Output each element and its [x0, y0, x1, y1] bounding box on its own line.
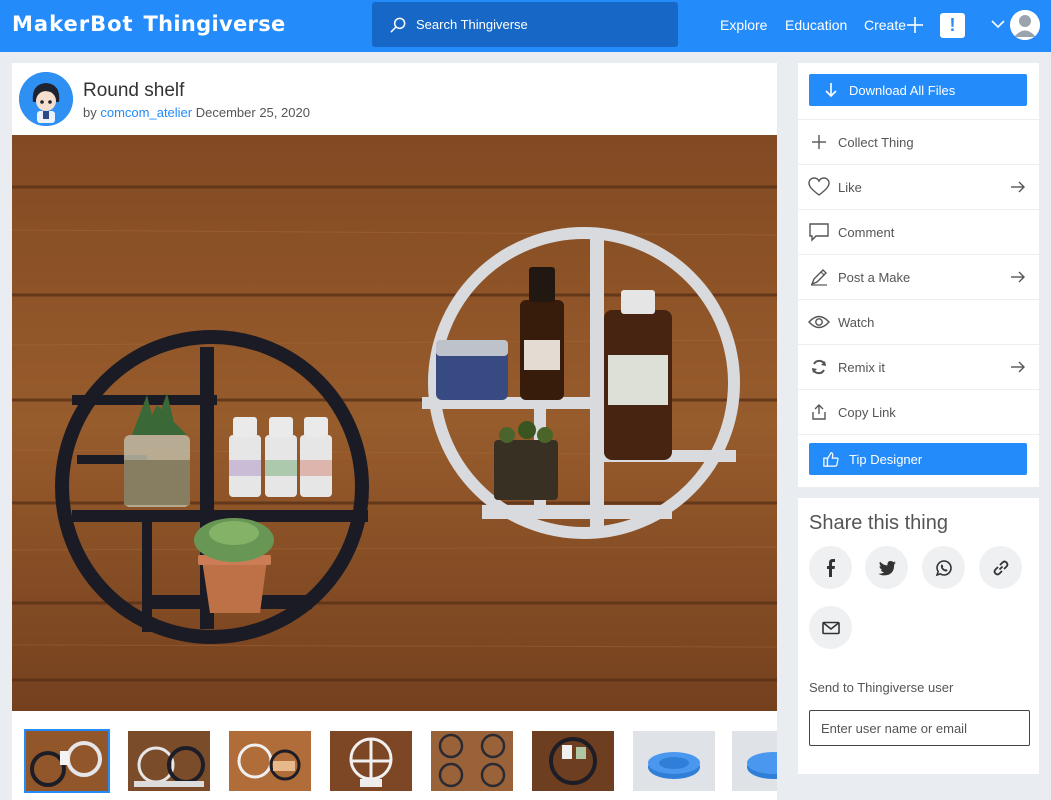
link-icon [993, 560, 1008, 575]
thumbnail-2[interactable] [128, 731, 210, 791]
like-label: Like [838, 179, 862, 195]
actions-divider [798, 434, 1039, 435]
thing-actions-card: Download All Files Collect Thing Like Co… [798, 63, 1039, 487]
share-email-button[interactable] [809, 606, 852, 649]
by-prefix: by [83, 105, 97, 120]
create-plus-icon[interactable] [905, 15, 925, 35]
post-a-make-button[interactable]: Post a Make [798, 254, 1039, 299]
designer-avatar[interactable] [19, 72, 73, 126]
top-navigation-bar: MakerBot Thingiverse Search Thingiverse … [0, 0, 1051, 52]
like-button[interactable]: Like [798, 164, 1039, 209]
email-icon [821, 621, 840, 634]
download-arrow-icon [825, 83, 837, 98]
eye-icon [808, 311, 830, 333]
thing-header: Round shelf by comcom_atelier December 2… [12, 63, 777, 135]
main-photo[interactable] [12, 135, 777, 711]
copy-link-label: Copy Link [838, 404, 896, 420]
remix-it-button[interactable]: Remix it [798, 344, 1039, 389]
thumbnail-5[interactable] [431, 731, 513, 791]
thumbs-up-icon [823, 452, 839, 467]
download-all-files-button[interactable]: Download All Files [809, 74, 1027, 106]
share-title: Share this thing [809, 512, 948, 534]
send-to-user-label: Send to Thingiverse user [809, 680, 954, 695]
logo-thingiverse-text: Thingiverse [143, 12, 286, 36]
arrow-right-icon [1011, 181, 1025, 193]
search-placeholder: Search Thingiverse [416, 17, 528, 32]
watch-label: Watch [838, 314, 875, 330]
arrow-right-icon [1011, 271, 1025, 283]
post-a-make-label: Post a Make [838, 269, 911, 285]
chevron-down-icon[interactable] [990, 18, 1006, 30]
nav-education[interactable]: Education [785, 17, 847, 33]
facebook-icon [826, 558, 835, 577]
search-bar[interactable]: Search Thingiverse [372, 2, 678, 47]
thumbnail-3[interactable] [229, 731, 311, 791]
comment-icon [808, 221, 830, 243]
tip-designer-button[interactable]: Tip Designer [809, 443, 1027, 475]
logo-makerbot-text: MakerBot [12, 12, 134, 36]
notification-icon[interactable]: ! [940, 13, 965, 38]
collect-thing-button[interactable]: Collect Thing [798, 119, 1039, 164]
send-to-user-input[interactable] [809, 710, 1030, 746]
collect-thing-label: Collect Thing [838, 134, 914, 150]
thumbnail-6[interactable] [532, 731, 614, 791]
remix-it-label: Remix it [838, 359, 885, 375]
pencil-icon [808, 266, 830, 288]
heart-icon [808, 176, 830, 198]
plus-icon [808, 131, 830, 153]
user-avatar[interactable] [1010, 10, 1040, 40]
nav-create[interactable]: Create [864, 17, 906, 33]
twitter-icon [878, 560, 896, 575]
share-icon [808, 401, 830, 423]
thumbnail-8[interactable] [732, 731, 777, 791]
publish-date: December 25, 2020 [195, 105, 310, 120]
share-twitter-button[interactable] [865, 546, 908, 589]
share-facebook-button[interactable] [809, 546, 852, 589]
share-link-button[interactable] [979, 546, 1022, 589]
thing-detail-card: Round shelf by comcom_atelier December 2… [12, 63, 777, 800]
thumbnail-strip [12, 711, 777, 800]
thing-title: Round shelf [83, 80, 185, 101]
thing-byline: by comcom_atelier December 25, 2020 [83, 105, 310, 120]
watch-button[interactable]: Watch [798, 299, 1039, 344]
nav-explore[interactable]: Explore [720, 17, 767, 33]
copy-link-button[interactable]: Copy Link [798, 389, 1039, 434]
comment-label: Comment [838, 224, 895, 240]
makerbot-thingiverse-logo[interactable]: MakerBot Thingiverse [12, 10, 286, 38]
comment-button[interactable]: Comment [798, 209, 1039, 254]
remix-icon [808, 356, 830, 378]
tip-designer-label: Tip Designer [849, 451, 923, 467]
arrow-right-icon [1011, 361, 1025, 373]
thumbnail-7[interactable] [633, 731, 715, 791]
author-link[interactable]: comcom_atelier [100, 105, 192, 120]
thumbnail-1[interactable] [24, 729, 110, 793]
download-label: Download All Files [849, 82, 956, 98]
thumbnail-4[interactable] [330, 731, 412, 791]
share-whatsapp-button[interactable] [922, 546, 965, 589]
share-card: Share this thing Send to Thingiverse use… [798, 498, 1039, 774]
whatsapp-icon [935, 559, 952, 576]
search-icon [390, 17, 406, 32]
